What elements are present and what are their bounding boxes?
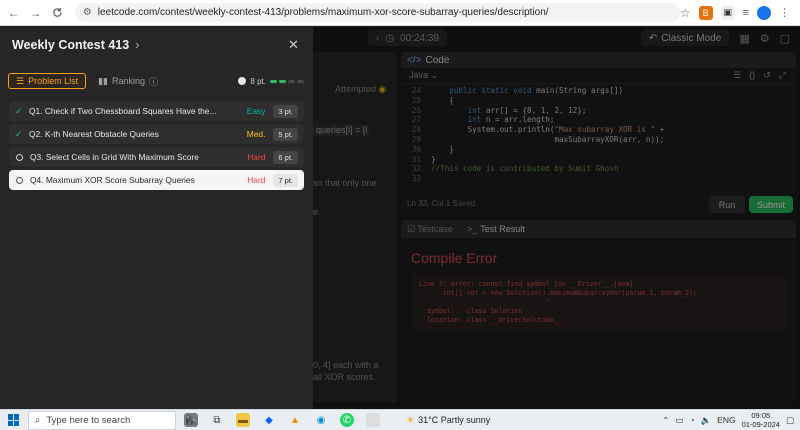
language-indicator[interactable]: ENG [717, 415, 735, 425]
gorilla-widget-icon[interactable]: 🦍 [184, 413, 198, 427]
modal-backdrop[interactable] [313, 27, 800, 409]
difficulty-badge: Med. [246, 129, 266, 139]
forward-icon[interactable]: → [28, 5, 44, 21]
progress-segment [270, 79, 277, 83]
problem-item[interactable]: Q4. Maximum XOR Score Subarray Queries Ha… [9, 170, 304, 190]
list-icon: ☰ [16, 75, 25, 86]
system-tray: ⌃ ▭ ◔ 🔈 ENG 09:05 01-09-2024 ▢ [662, 411, 800, 429]
profile-avatar[interactable] [757, 5, 771, 20]
tab-label: Ranking [112, 76, 146, 86]
clock-date: 01-09-2024 [741, 420, 780, 429]
problem-item[interactable]: ✓ Q2. K-th Nearest Obstacle Queries Med. 5 … [9, 124, 304, 144]
check-icon: ✓ [15, 128, 23, 139]
points-progress-bar [270, 79, 304, 83]
difficulty-badge: Easy [246, 106, 266, 116]
problem-item[interactable]: ✓ Q1. Check if Two Chessboard Squares Hav… [9, 101, 304, 121]
check-icon: ✓ [15, 105, 23, 116]
dropbox-icon[interactable]: ◆ [262, 413, 276, 427]
taskbar-search[interactable]: ⌕ Type here to search [28, 410, 176, 430]
problem-name: Q1. Check if Two Chessboard Squares Have… [29, 106, 217, 116]
clock-time: 09:05 [751, 411, 771, 420]
extension-icon[interactable]: B [698, 5, 713, 20]
problem-name: Q2. K-th Nearest Obstacle Queries [29, 129, 159, 139]
weather-text: 31°C Partly sunny [418, 415, 491, 425]
difficulty-badge: Hard [247, 152, 266, 162]
difficulty-badge: Hard [247, 175, 266, 185]
browser-toolbar: ← → ⚙ leetcode.com/contest/weekly-contes… [0, 0, 800, 26]
extension-icon[interactable]: ▣ [720, 5, 735, 20]
reload-icon[interactable] [49, 5, 65, 21]
points-text: 8 pt. [250, 76, 266, 86]
tab-label: Problem List [28, 76, 79, 86]
back-icon[interactable]: ← [6, 5, 22, 21]
problem-name: Q4. Maximum XOR Score Subarray Queries [30, 175, 195, 185]
search-icon: ⌕ [35, 414, 41, 426]
bookmark-star-icon[interactable]: ☆ [680, 6, 691, 20]
file-explorer-icon[interactable]: ▬ [236, 413, 250, 427]
search-placeholder: Type here to search [46, 414, 131, 426]
menu-icon[interactable]: ⋮ [779, 6, 790, 19]
tab-problem-list[interactable]: ☰ Problem List [8, 73, 87, 89]
address-bar[interactable]: ⚙ leetcode.com/contest/weekly-contest-41… [74, 3, 680, 22]
network-icon[interactable]: ◔ [689, 415, 694, 425]
progress-segment [297, 79, 304, 83]
partly-sunny-icon: ☀ [406, 414, 415, 425]
chevron-right-icon: › [135, 38, 140, 52]
task-view-icon[interactable]: ⧉ [210, 413, 224, 427]
whatsapp-icon[interactable]: ✆ [340, 413, 354, 427]
problem-name: Q3. Select Cells in Grid With Maximum Sc… [30, 152, 199, 162]
unsolved-circle-icon [16, 153, 23, 161]
battery-icon[interactable]: ▭ [675, 415, 683, 426]
points-badge: 5 pt. [273, 127, 298, 141]
weather-widget[interactable]: ☀ 31°C Partly sunny [406, 415, 490, 426]
close-icon[interactable]: ✕ [288, 37, 299, 53]
volume-icon[interactable]: 🔈 [701, 415, 712, 426]
site-info-icon[interactable]: ⚙ [83, 7, 92, 18]
media-icon[interactable]: ≡ [743, 7, 749, 19]
progress-segment [288, 79, 295, 83]
info-icon: ⓘ [149, 76, 159, 87]
problem-list-drawer: Weekly Contest 413 › ✕ ☰ Problem List ▮▮ … [0, 27, 313, 409]
notification-icon[interactable]: ▢ [786, 415, 794, 426]
chevron-up-icon[interactable]: ⌃ [662, 415, 669, 426]
points-badge: 6 pt. [273, 150, 298, 164]
points-indicator: 8 pt. [238, 77, 308, 86]
points-dot-icon [238, 77, 247, 85]
bar-chart-icon: ▮▮ [98, 75, 109, 86]
chrome-icon[interactable]: ◎ [366, 413, 380, 427]
url-text: leetcode.com/contest/weekly-contest-413/… [97, 7, 549, 18]
tab-ranking[interactable]: ▮▮ Ranking ⓘ [92, 73, 164, 89]
points-badge: 3 pt. [273, 104, 298, 118]
unsolved-circle-icon [16, 176, 23, 184]
progress-segment [279, 79, 286, 83]
windows-taskbar: ⌕ Type here to search 🦍 ⧉ ▬ ◆ ▲ ◉ ✆ ◎ ☀ … [0, 409, 800, 430]
vlc-icon[interactable]: ▲ [288, 413, 302, 427]
points-badge: 7 pt. [273, 173, 298, 187]
contest-title[interactable]: Weekly Contest 413 › [12, 38, 139, 52]
edge-icon[interactable]: ◉ [314, 413, 328, 427]
windows-start-icon[interactable] [8, 414, 20, 426]
clock[interactable]: 09:05 01-09-2024 [742, 411, 780, 429]
problem-item[interactable]: Q3. Select Cells in Grid With Maximum Sc… [9, 147, 304, 167]
